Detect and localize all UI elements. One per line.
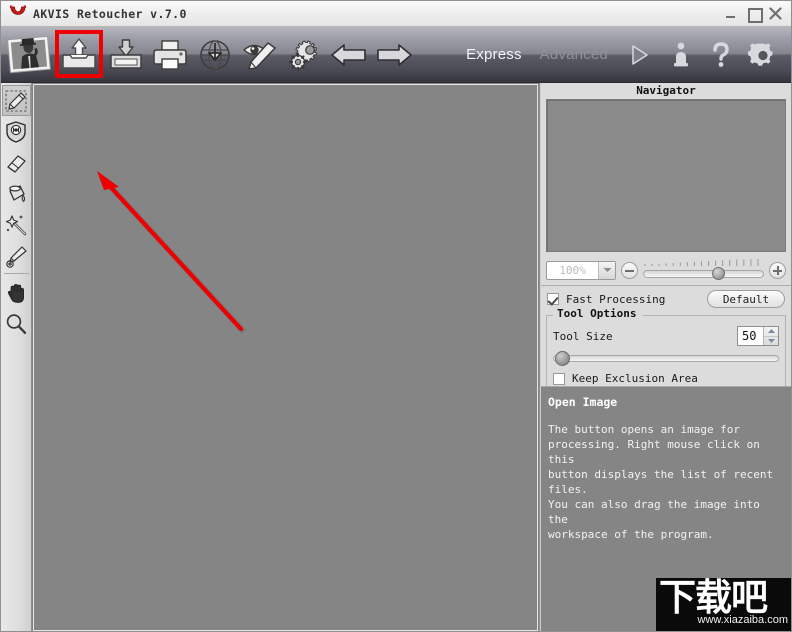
window-title: AKVIS Retoucher v.7.0	[33, 6, 187, 21]
sidebar-item-clone-stamp[interactable]	[2, 240, 31, 271]
navigator-title: Navigator	[541, 83, 791, 98]
shield-icon	[6, 120, 26, 143]
keep-exclusion-label: Keep Exclusion Area	[572, 372, 698, 385]
open-image-icon	[62, 37, 97, 69]
tab-express[interactable]: Express	[457, 46, 531, 63]
question-mark-icon	[713, 41, 729, 67]
publish-image-button[interactable]	[193, 32, 238, 78]
window-controls	[725, 7, 782, 23]
maximize-button[interactable]	[747, 7, 763, 23]
sidebar-item-hand[interactable]	[2, 277, 31, 308]
tool-size-slider[interactable]	[553, 351, 779, 366]
close-icon[interactable]	[769, 7, 782, 20]
run-button[interactable]	[617, 32, 661, 78]
hand-icon	[7, 283, 24, 303]
tool-size-value[interactable]: 50	[738, 327, 763, 345]
panel-divider	[541, 285, 791, 286]
tool-size-slider-track[interactable]	[553, 355, 779, 362]
sidebar-item-paint-bucket[interactable]	[2, 178, 31, 209]
application-window: AKVIS Retoucher v.7.0 Express Advanced N…	[0, 0, 792, 632]
fast-processing-label: Fast Processing	[566, 292, 666, 306]
chevron-down-icon[interactable]	[598, 261, 615, 279]
sidebar-item-magic-wand[interactable]	[2, 209, 31, 240]
sidebar-item-zoom[interactable]	[2, 308, 31, 339]
sidebar-item-selection-brush[interactable]	[1, 85, 31, 116]
zoom-slider[interactable]	[643, 259, 764, 281]
redo-button[interactable]	[372, 32, 417, 78]
watermark: 下载吧 www.xiazaiba.com	[656, 578, 791, 631]
magnifier-icon	[6, 313, 27, 334]
print-icon	[153, 39, 188, 70]
gear-icon	[748, 42, 773, 66]
default-button[interactable]: Default	[707, 290, 785, 308]
about-button[interactable]	[661, 32, 701, 78]
navigator-preview[interactable]	[546, 99, 786, 252]
magic-wand-icon	[5, 214, 27, 235]
eraser-icon	[7, 154, 26, 173]
keep-exclusion-row: Keep Exclusion Area	[553, 372, 779, 385]
image-thumbnail[interactable]	[3, 32, 55, 78]
gears-icon	[288, 39, 317, 71]
zoom-in-button[interactable]	[769, 261, 786, 279]
red-pointer-arrow	[97, 171, 247, 335]
fast-processing-checkbox[interactable]	[547, 293, 559, 305]
clone-brush-icon	[6, 245, 27, 268]
print-button[interactable]	[148, 32, 193, 78]
arrow-left-icon	[331, 43, 367, 66]
preferences-button[interactable]	[282, 32, 327, 78]
eye-pencil-icon	[242, 41, 276, 70]
watermark-text: 下载吧	[659, 578, 768, 619]
hint-body: The button opens an image for processing…	[548, 423, 774, 541]
save-image-icon	[110, 38, 142, 69]
tool-size-stepper[interactable]: 50	[737, 326, 779, 346]
zoom-slider-ticks	[644, 259, 759, 266]
play-triangle-icon	[632, 44, 648, 65]
paint-bucket-icon	[9, 184, 26, 202]
keep-exclusion-checkbox[interactable]	[553, 372, 565, 385]
zoom-slider-track[interactable]	[643, 270, 764, 278]
settings-button[interactable]	[741, 32, 785, 78]
before-after-button[interactable]	[238, 32, 283, 78]
zoom-out-button[interactable]	[621, 261, 638, 279]
tool-size-increment[interactable]	[764, 327, 778, 336]
sidebar-item-eraser[interactable]	[2, 147, 31, 178]
tool-palette	[1, 83, 32, 631]
tab-advanced[interactable]: Advanced	[531, 46, 617, 63]
zoom-level-value: 100%	[559, 263, 586, 277]
tool-size-label: Tool Size	[553, 329, 613, 343]
globe-download-icon	[200, 39, 230, 70]
selection-brush-icon	[5, 89, 27, 112]
tool-size-slider-thumb[interactable]	[555, 351, 571, 366]
photo-thumbnail-icon	[7, 35, 52, 73]
akvis-horseshoe-logo-icon	[7, 4, 29, 24]
sidebar-item-exclusion-brush[interactable]	[2, 116, 31, 147]
chevron-down-icon	[767, 338, 775, 343]
tool-separator	[3, 273, 29, 274]
info-icon	[674, 42, 688, 66]
hint-title: Open Image	[548, 395, 618, 409]
title-bar: AKVIS Retoucher v.7.0	[1, 1, 791, 27]
undo-button[interactable]	[327, 32, 372, 78]
image-workspace[interactable]	[32, 83, 540, 631]
chevron-up-icon	[767, 329, 775, 334]
help-button[interactable]	[701, 32, 741, 78]
zoom-level-combobox[interactable]: 100%	[546, 260, 616, 280]
right-panel: Navigator 100% Fast Processing Default T…	[541, 83, 791, 631]
tool-options-group: Tool Options Tool Size 50 Keep Exclusion…	[546, 307, 786, 392]
tool-options-legend: Tool Options	[553, 307, 641, 320]
tool-size-decrement[interactable]	[764, 335, 778, 346]
zoom-controls: 100%	[541, 258, 791, 282]
arrow-right-icon	[377, 43, 412, 66]
main-toolbar: Express Advanced	[1, 27, 791, 83]
zoom-slider-thumb[interactable]	[711, 267, 725, 280]
minimize-button[interactable]	[725, 7, 738, 20]
save-image-button[interactable]	[103, 32, 148, 78]
open-image-button[interactable]	[55, 29, 104, 78]
